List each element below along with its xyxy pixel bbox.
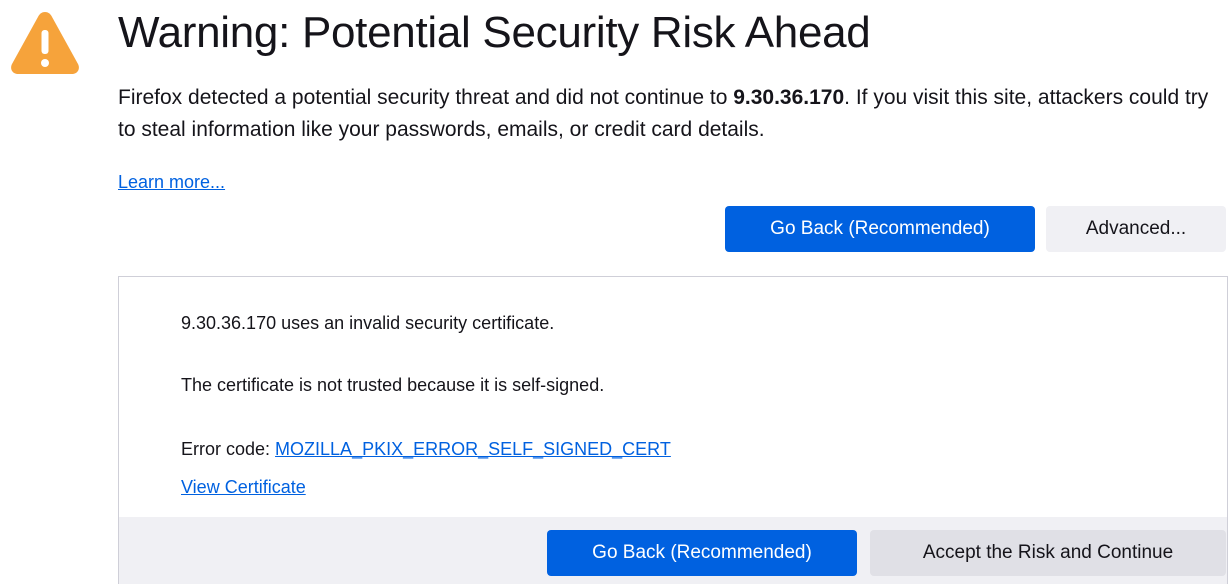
go-back-button-secondary[interactable]: Go Back (Recommended) — [547, 530, 857, 576]
security-warning-page: Warning: Potential Security Risk Ahead F… — [0, 0, 1230, 584]
view-certificate-link[interactable]: View Certificate — [181, 477, 306, 498]
description-prefix: Firefox detected a potential security th… — [118, 86, 734, 109]
accept-risk-button[interactable]: Accept the Risk and Continue — [870, 530, 1226, 576]
go-back-button[interactable]: Go Back (Recommended) — [725, 206, 1035, 252]
warning-triangle-icon — [11, 12, 79, 74]
learn-more-link[interactable]: Learn more... — [118, 172, 225, 193]
self-signed-message: The certificate is not trusted because i… — [181, 375, 605, 395]
error-code-link[interactable]: MOZILLA_PKIX_ERROR_SELF_SIGNED_CERT — [275, 439, 671, 459]
error-code-label: Error code: — [181, 439, 276, 459]
invalid-cert-message: 9.30.36.170 uses an invalid security cer… — [181, 313, 555, 333]
description-host: 9.30.36.170 — [733, 86, 845, 109]
error-code-row: Error code: MOZILLA_PKIX_ERROR_SELF_SIGN… — [181, 439, 671, 460]
advanced-button[interactable]: Advanced... — [1046, 206, 1226, 252]
page-title: Warning: Potential Security Risk Ahead — [118, 8, 871, 57]
warning-description: Firefox detected a potential security th… — [118, 82, 1218, 146]
